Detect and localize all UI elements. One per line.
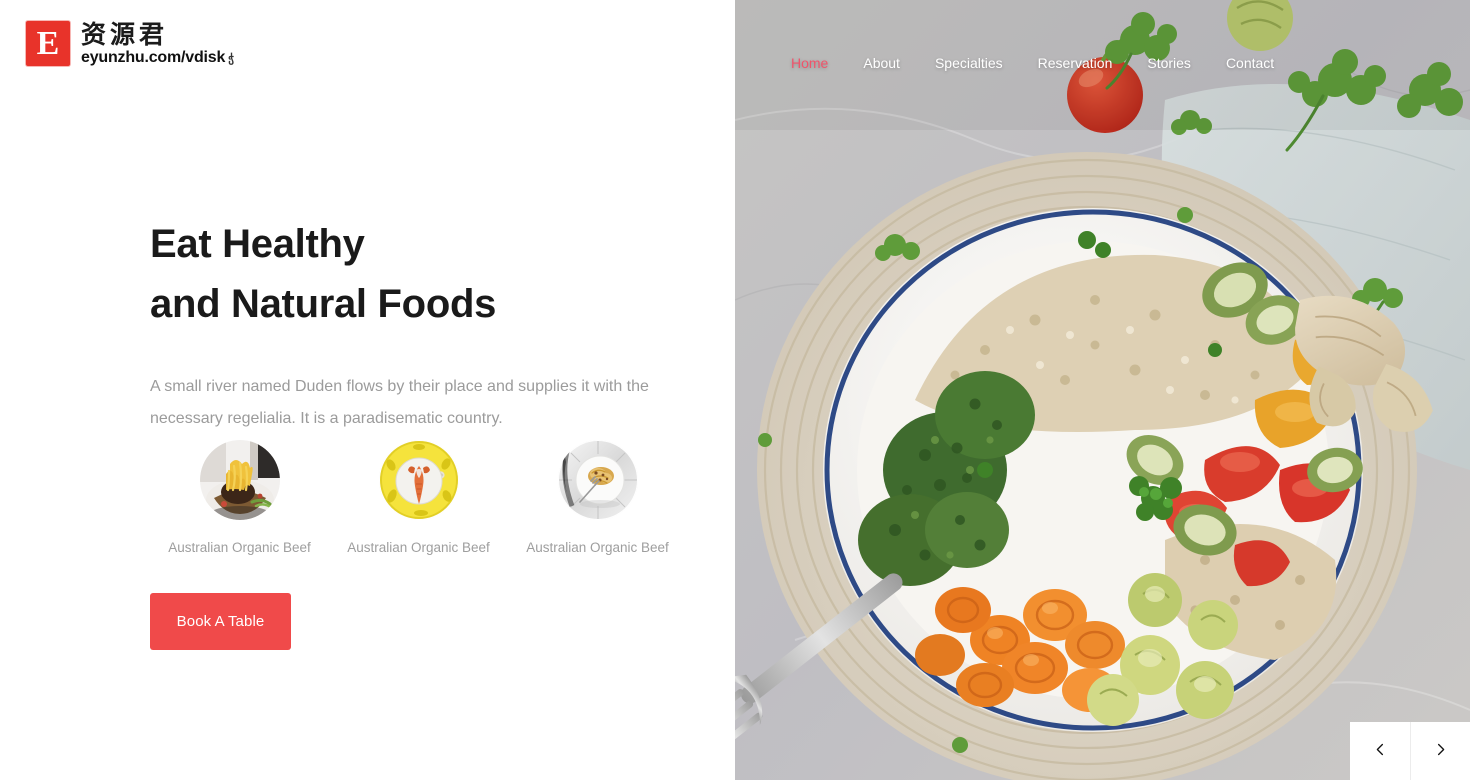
nav-item-about[interactable]: About <box>863 55 900 71</box>
logo-text-group: 资源君 eyunzhu.com/vdisk ჭ <box>81 21 234 67</box>
list-item[interactable]: Australian Organic Beef <box>150 440 329 556</box>
list-item[interactable]: Australian Organic Beef <box>329 440 508 556</box>
nav-item-specialties[interactable]: Specialties <box>935 55 1003 71</box>
list-item[interactable]: Australian Organic Beef <box>508 440 687 556</box>
nav-item-home[interactable]: Home <box>791 55 828 71</box>
hero-title-line-1: Eat Healthy <box>150 222 365 266</box>
landing-page: E 资源君 eyunzhu.com/vdisk ჭ Eat Healthy an… <box>0 0 1470 780</box>
chevron-left-icon <box>1373 742 1388 760</box>
page-title: Eat Healthy and Natural Foods <box>150 214 695 334</box>
left-content-panel: E 资源君 eyunzhu.com/vdisk ჭ Eat Healthy an… <box>0 0 735 780</box>
carousel-next-button[interactable] <box>1410 722 1470 780</box>
logo-url-row: eyunzhu.com/vdisk ჭ <box>81 49 234 67</box>
lobster-yellow-plate-thumbnail[interactable] <box>378 440 459 520</box>
list-item-label: Australian Organic Beef <box>526 540 669 555</box>
logo-letter: E <box>36 24 60 62</box>
logo-mark-icon: E <box>26 21 70 66</box>
hero-image-panel <box>735 0 1470 780</box>
beef-noodles-thumbnail[interactable] <box>199 440 280 520</box>
logo-url: eyunzhu.com/vdisk <box>81 49 226 66</box>
book-a-table-button[interactable]: Book A Table <box>150 593 291 650</box>
carousel-controls <box>1350 722 1470 780</box>
nav-item-contact[interactable]: Contact <box>1226 55 1274 71</box>
carousel-prev-button[interactable] <box>1350 722 1410 780</box>
hero-paragraph: A small river named Duden flows by their… <box>150 378 649 427</box>
list-item-label: Australian Organic Beef <box>347 540 490 555</box>
hero-copy: Eat Healthy and Natural Foods A small ri… <box>150 214 695 435</box>
dish-thumbnail-list: Australian Organic Beef Australian Organ… <box>150 440 687 556</box>
nav-item-reservation[interactable]: Reservation <box>1038 55 1113 71</box>
list-item-label: Australian Organic Beef <box>168 540 311 555</box>
hero-title-line-2: and Natural Foods <box>150 282 497 326</box>
hero-food-photo <box>735 0 1470 780</box>
logo-chinese-name: 资源君 <box>81 22 169 49</box>
chevron-right-icon <box>1433 742 1448 760</box>
main-navigation: Home About Specialties Reservation Stori… <box>735 48 1470 78</box>
nav-item-stories[interactable]: Stories <box>1147 55 1191 71</box>
pasta-white-plate-thumbnail[interactable] <box>557 440 638 520</box>
site-logo[interactable]: E 资源君 eyunzhu.com/vdisk ჭ <box>26 21 234 67</box>
logo-url-suffix-glyph: ჭ <box>228 53 234 65</box>
